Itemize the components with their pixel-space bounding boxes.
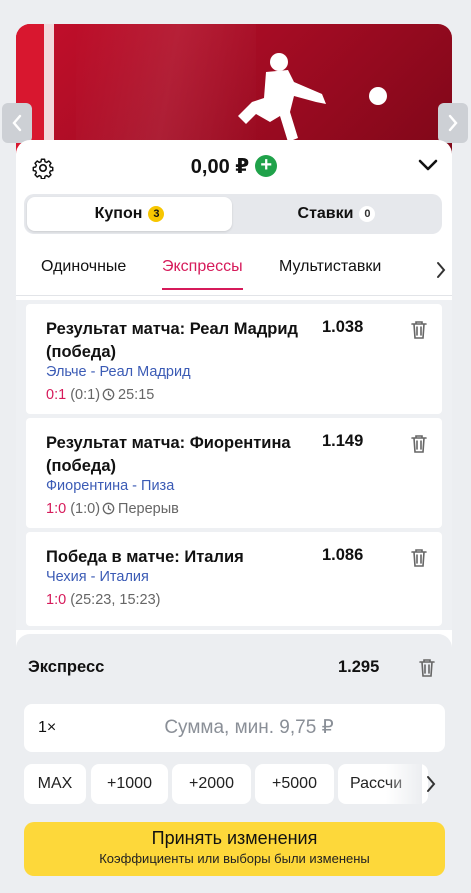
quick-amount-5000-button[interactable]: +5000 bbox=[255, 764, 334, 804]
add-funds-button[interactable]: + bbox=[255, 155, 278, 177]
banner-next-button[interactable] bbox=[438, 103, 468, 143]
live-score: 0:1 bbox=[46, 387, 67, 403]
quick-amount-1000-button[interactable]: +1000 bbox=[91, 764, 168, 804]
selection-title: Результат матча: Реал Мадрид (победа) bbox=[46, 320, 299, 361]
quick-amount-max-button[interactable]: MAX bbox=[24, 764, 86, 804]
express-summary: Экспресс 1.295 1× MAX +1000 +2000 +5000 … bbox=[16, 634, 452, 893]
stake-field: 1× bbox=[24, 704, 445, 752]
trash-icon[interactable] bbox=[418, 658, 436, 678]
match-time: 25:15 bbox=[118, 387, 155, 403]
chevron-right-icon[interactable] bbox=[434, 260, 448, 280]
bets-count-badge: 0 bbox=[359, 206, 376, 222]
selection-card[interactable]: Победа в матче: Италия 1.086 Чехия - Ита… bbox=[26, 532, 442, 626]
period-score: (0:1) bbox=[70, 387, 101, 403]
selection-title: Победа в матче: Италия bbox=[46, 548, 244, 566]
live-score: 1:0 bbox=[46, 501, 67, 517]
tabs-fade bbox=[390, 252, 430, 292]
selection-odd: 1.149 bbox=[322, 432, 364, 450]
bet-type-tabs: Одиночные Экспрессы Мультиставки bbox=[16, 252, 452, 296]
trash-icon[interactable] bbox=[410, 434, 428, 454]
coupon-count-badge: 3 bbox=[148, 206, 165, 222]
bet-slip-header: 0,00 ₽ + bbox=[16, 140, 452, 196]
express-total-odd: 1.295 bbox=[338, 658, 380, 676]
trash-icon[interactable] bbox=[410, 320, 428, 340]
balance-display: 0,00 ₽ + bbox=[16, 154, 452, 179]
express-label: Экспресс bbox=[28, 658, 105, 676]
live-score: 1:0 bbox=[46, 592, 67, 608]
selection-odd: 1.038 bbox=[322, 318, 364, 336]
accept-changes-title: Принять изменения bbox=[151, 828, 318, 848]
selection-match[interactable]: Фиорентина - Пиза bbox=[46, 478, 174, 494]
tab-coupon-label: Купон bbox=[94, 205, 143, 222]
accept-changes-button[interactable]: Принять изменения Коэффициенты или выбор… bbox=[24, 822, 445, 876]
selection-list: Результат матча: Реал Мадрид (победа) 1.… bbox=[16, 300, 452, 630]
period-score: (25:23, 15:23) bbox=[70, 592, 161, 608]
banner-prev-button[interactable] bbox=[2, 103, 32, 143]
selection-card[interactable]: Результат матча: Реал Мадрид (победа) 1.… bbox=[26, 304, 442, 414]
trash-icon[interactable] bbox=[410, 548, 428, 568]
tab-express[interactable]: Экспрессы bbox=[162, 258, 243, 290]
quick-amounts: MAX +1000 +2000 +5000 Рассчи bbox=[24, 764, 452, 806]
tab-single[interactable]: Одиночные bbox=[41, 258, 126, 276]
selection-title: Результат матча: Фиорентина (победа) bbox=[46, 434, 291, 475]
selection-match[interactable]: Эльче - Реал Мадрид bbox=[46, 364, 191, 380]
period-score: (1:0) bbox=[70, 501, 101, 517]
chevron-left-icon bbox=[12, 114, 22, 132]
tab-multibet[interactable]: Мультиставки bbox=[279, 258, 381, 276]
selection-odd: 1.086 bbox=[322, 546, 364, 564]
tab-bets-label: Ставки bbox=[297, 205, 354, 222]
selection-score: 0:1 (0:1) 25:15 bbox=[46, 387, 154, 403]
stake-multiplier[interactable]: 1× bbox=[38, 719, 56, 737]
quick-amount-2000-button[interactable]: +2000 bbox=[172, 764, 251, 804]
selection-score: 1:0 (1:0) Перерыв bbox=[46, 501, 179, 517]
chevron-down-icon[interactable] bbox=[418, 158, 438, 172]
chips-fade bbox=[386, 764, 422, 804]
chevron-right-icon bbox=[448, 114, 458, 132]
slip-segment-control: Купон 3 Ставки 0 bbox=[24, 194, 442, 234]
match-time: Перерыв bbox=[118, 501, 179, 517]
clock-icon bbox=[102, 502, 115, 515]
selection-card[interactable]: Результат матча: Фиорентина (победа) 1.1… bbox=[26, 418, 442, 528]
bet-slip-panel: 0,00 ₽ + Купон 3 Ставки 0 Одиночные Экспр… bbox=[16, 140, 452, 893]
tab-bets[interactable]: Ставки 0 bbox=[234, 197, 439, 231]
clock-icon bbox=[102, 388, 115, 401]
tab-coupon[interactable]: Купон 3 bbox=[27, 197, 232, 231]
accept-changes-subtitle: Коэффициенты или выборы были изменены bbox=[99, 851, 370, 866]
balance-amount: 0,00 ₽ bbox=[190, 156, 250, 178]
selection-match[interactable]: Чехия - Италия bbox=[46, 569, 149, 585]
selection-score: 1:0 (25:23, 15:23) bbox=[46, 592, 161, 608]
stake-amount-input[interactable] bbox=[64, 712, 434, 744]
chevron-right-icon[interactable] bbox=[424, 774, 438, 794]
